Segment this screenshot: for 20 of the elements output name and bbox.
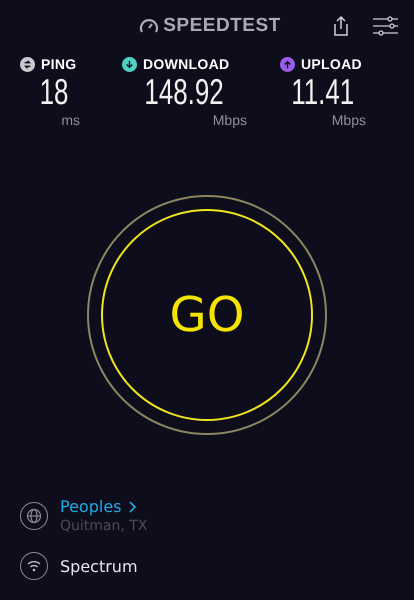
wifi-icon (20, 552, 48, 580)
metric-unit: Mbps (332, 112, 366, 128)
metric-unit: ms (61, 112, 80, 128)
settings-button[interactable] (372, 16, 398, 36)
chevron-right-icon (128, 500, 136, 512)
metric-label: PING (41, 56, 76, 72)
metric-unit: Mbps (212, 112, 247, 128)
share-button[interactable] (332, 15, 350, 37)
metric-value: 18 (40, 72, 68, 112)
logo-text: SPEEDTEST (163, 15, 281, 37)
globe-icon (20, 502, 48, 530)
metric-label: UPLOAD (301, 56, 362, 72)
server-location: Quitman, TX (60, 518, 148, 534)
metric-value: 148.92 (144, 72, 224, 112)
go-button[interactable]: GO (101, 208, 313, 420)
metric-value: 11.41 (292, 72, 354, 112)
metric-label: DOWNLOAD (143, 56, 230, 72)
gauge-icon (139, 17, 160, 35)
server-link[interactable]: Peoples (60, 497, 148, 516)
provider-name: Spectrum (60, 556, 138, 576)
